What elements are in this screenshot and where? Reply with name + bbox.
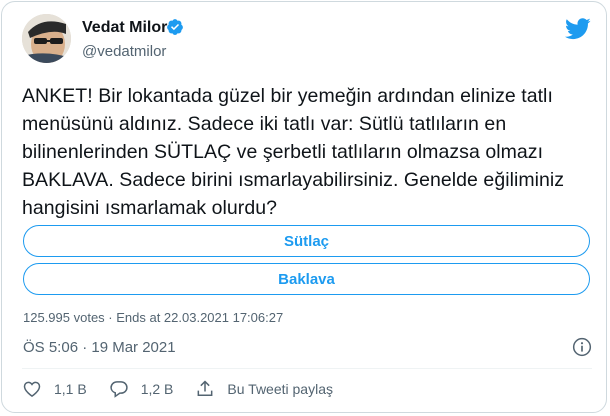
share-label: Bu Tweeti paylaş (227, 381, 333, 397)
avatar-photo (22, 14, 71, 63)
divider (22, 368, 592, 369)
verified-badge-icon (167, 19, 183, 35)
like-button[interactable]: 1,1 B (22, 379, 87, 399)
reply-bubble-icon (110, 381, 128, 398)
reply-button[interactable]: 1,2 B (109, 379, 174, 399)
avatar[interactable] (22, 14, 71, 63)
heart-icon (23, 381, 41, 397)
author-handle[interactable]: @vedatmilor (82, 43, 166, 60)
poll-meta: 125.995 votes · Ends at 22.03.2021 17:06… (23, 310, 284, 325)
twitter-bird-icon[interactable] (565, 18, 591, 40)
info-icon[interactable] (572, 337, 592, 357)
share-icon (197, 380, 213, 396)
tweet-timestamp[interactable]: ÖS 5:06 · 19 Mar 2021 (23, 339, 176, 356)
reply-count: 1,2 B (140, 381, 174, 397)
action-bar: 1,1 B 1,2 B Bu Tweeti paylaş (22, 379, 355, 399)
tweet-card: Vedat Milor @vedatmilor ANKET! Bir lokan… (1, 1, 607, 413)
tweet-text-line: bilinenlerinden SÜTLAÇ ve şerbetli tatlı… (22, 141, 544, 163)
like-count: 1,1 B (54, 381, 87, 397)
author-name[interactable]: Vedat Milor (82, 19, 167, 37)
tweet-text-line: ANKET! Bir lokantada güzel bir yemeğin a… (22, 85, 553, 107)
tweet-text-line: menüsünü aldınız. Sadece iki tatlı var: … (22, 113, 507, 135)
tweet-text-line: BAKLAVA. Sadece birini ısmarlayabilirsin… (22, 169, 565, 191)
share-button[interactable]: Bu Tweeti paylaş (195, 379, 333, 399)
tweet-text: ANKET! Bir lokantada güzel bir yemeğin a… (22, 82, 597, 222)
poll-option-sutlac[interactable]: Sütlaç (23, 225, 590, 257)
poll-option-baklava[interactable]: Baklava (23, 263, 590, 295)
tweet-text-line: hangisini ısmarlamak olurdu? (22, 197, 278, 219)
